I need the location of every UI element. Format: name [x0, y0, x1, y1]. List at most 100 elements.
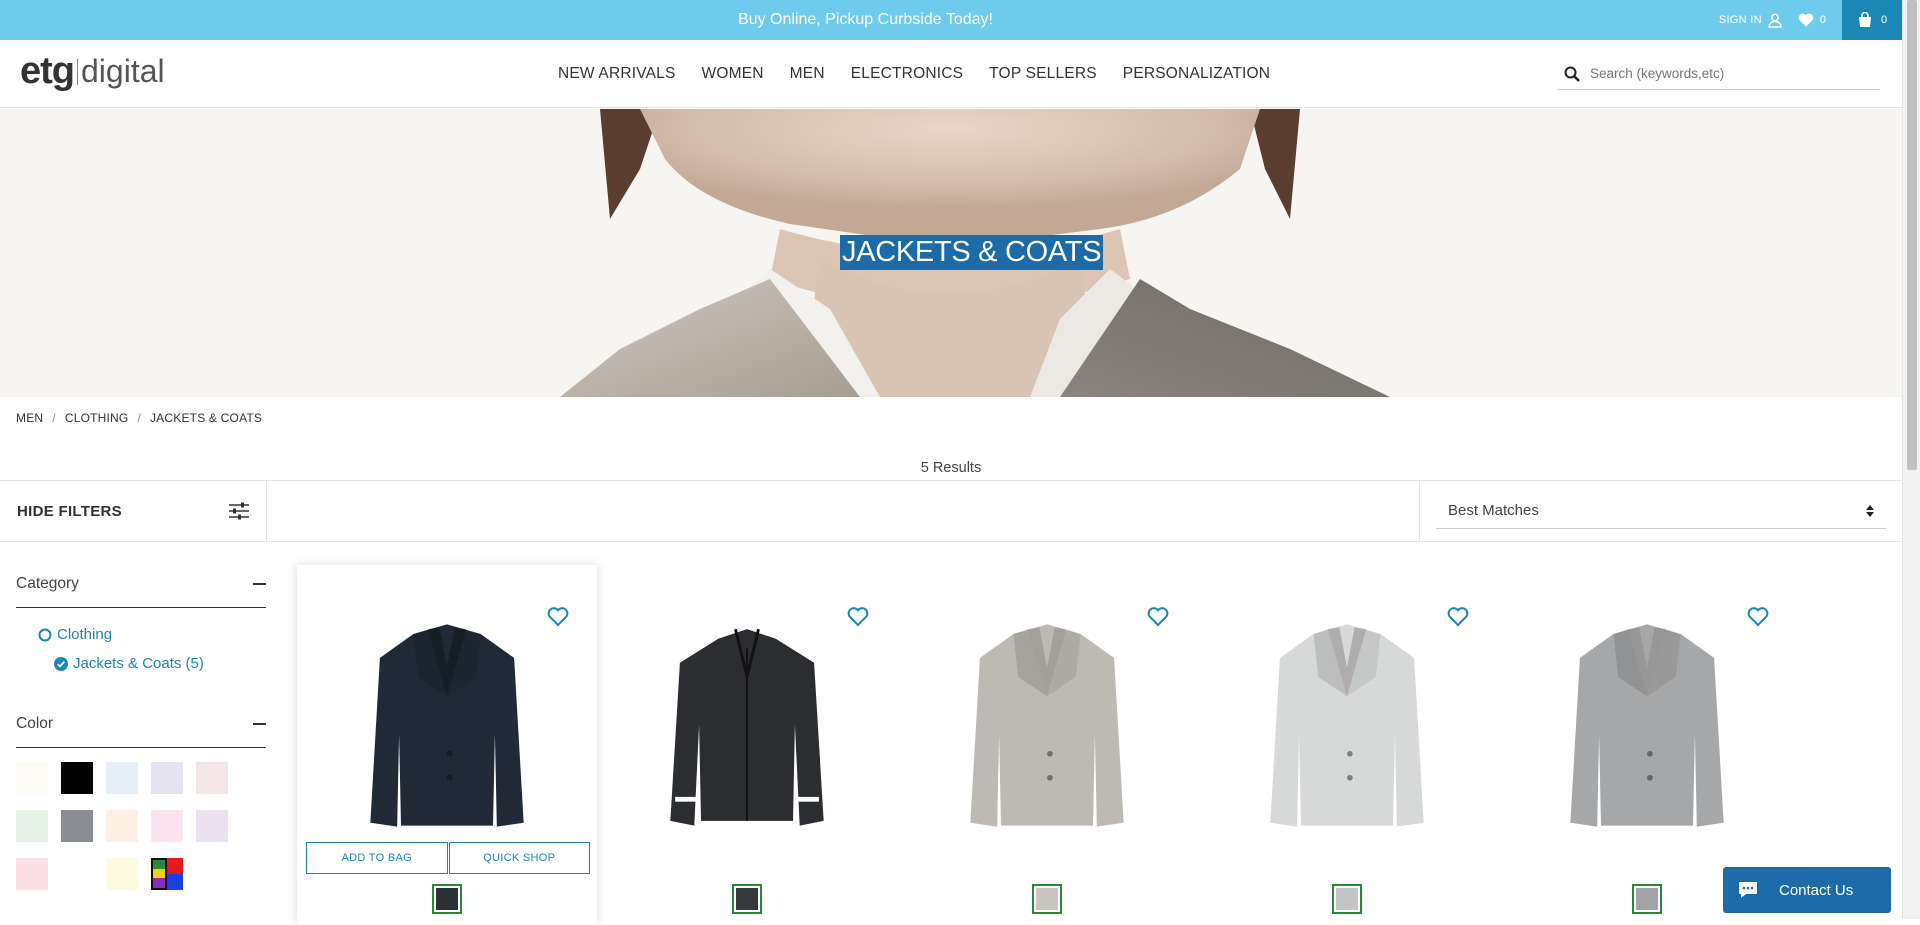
- product-card[interactable]: [1197, 565, 1497, 925]
- product-color-chip[interactable]: [432, 884, 462, 914]
- contact-us-label: Contact Us: [1779, 881, 1854, 899]
- breadcrumb-clothing[interactable]: CLOTHING: [65, 411, 129, 425]
- category-clothing-label: Clothing: [57, 626, 113, 643]
- collapse-icon: [253, 722, 266, 725]
- contact-us-button[interactable]: Contact Us: [1723, 867, 1891, 913]
- color-filter-header[interactable]: Color: [16, 700, 266, 748]
- logo-suffix: digital: [81, 53, 165, 89]
- results-count: 5 Results: [920, 460, 982, 476]
- category-jackets-label: Jackets & Coats (5): [73, 655, 204, 672]
- color-swatch[interactable]: [106, 810, 138, 842]
- heart-icon: [1798, 13, 1814, 27]
- nav-top-sellers[interactable]: TOP SELLERS: [989, 65, 1097, 83]
- product-actions: ADD TO BAG QUICK SHOP: [306, 842, 590, 874]
- category-hero: JACKETS & COATS: [0, 109, 1902, 397]
- bag-count: 0: [1880, 14, 1888, 26]
- product-image[interactable]: [1547, 610, 1747, 840]
- bag-icon: [1858, 12, 1871, 27]
- category-filter-header[interactable]: Category: [16, 560, 266, 608]
- wishlist-heart-icon[interactable]: [847, 607, 869, 627]
- site-logo[interactable]: etg digital: [20, 50, 165, 93]
- search-box: [1558, 58, 1880, 90]
- color-swatch[interactable]: [61, 762, 93, 794]
- wishlist-heart-icon[interactable]: [1147, 607, 1169, 627]
- logo-brand: etg: [20, 50, 75, 92]
- color-swatch[interactable]: [106, 762, 138, 794]
- product-card[interactable]: ADD TO BAG QUICK SHOP: [297, 565, 597, 925]
- user-icon: [1768, 13, 1782, 28]
- nav-personalization[interactable]: PERSONALIZATION: [1123, 65, 1270, 83]
- check-circle-icon: [54, 656, 68, 671]
- product-image[interactable]: [347, 610, 547, 840]
- product-image[interactable]: [947, 610, 1147, 840]
- wishlist-link[interactable]: 0: [1798, 13, 1826, 27]
- product-card[interactable]: [597, 565, 897, 925]
- hero-title: JACKETS & COATS: [840, 235, 1104, 270]
- color-swatch[interactable]: [151, 858, 183, 890]
- sort-area: Best Matches: [1419, 481, 1902, 541]
- promo-bar: Buy Online, Pickup Curbside Today! SIGN …: [0, 0, 1902, 40]
- product-color-chip[interactable]: [732, 884, 762, 914]
- product-color-chip[interactable]: [1632, 884, 1662, 914]
- color-swatches: [16, 762, 266, 890]
- search-icon[interactable]: [1564, 66, 1580, 82]
- color-swatch[interactable]: [151, 810, 183, 842]
- filters-panel: Category Clothing Jackets & Coats (5) Co…: [16, 560, 266, 890]
- color-swatch[interactable]: [151, 762, 183, 794]
- color-swatch[interactable]: [196, 810, 228, 842]
- color-swatch[interactable]: [16, 762, 48, 794]
- quick-shop-button[interactable]: QUICK SHOP: [448, 842, 590, 874]
- color-swatch[interactable]: [16, 858, 48, 890]
- color-swatch[interactable]: [16, 810, 48, 842]
- chat-icon: [1739, 882, 1757, 898]
- filter-sliders-icon: [229, 502, 249, 520]
- main-nav: NEW ARRIVALS WOMEN MEN ELECTRONICS TOP S…: [558, 40, 1270, 108]
- breadcrumb-separator: /: [52, 411, 56, 425]
- breadcrumb-men[interactable]: MEN: [16, 411, 43, 425]
- sign-in-label: SIGN IN: [1718, 14, 1762, 26]
- sort-select[interactable]: Best Matches: [1436, 493, 1886, 529]
- wishlist-count: 0: [1819, 14, 1826, 26]
- site-header: etg digital NEW ARRIVALS WOMEN MEN ELECT…: [0, 40, 1902, 108]
- breadcrumb-separator: /: [137, 411, 141, 425]
- wishlist-heart-icon[interactable]: [1747, 607, 1769, 627]
- promo-text: Buy Online, Pickup Curbside Today!: [738, 11, 993, 28]
- nav-women[interactable]: WOMEN: [702, 65, 764, 83]
- category-jackets-coats[interactable]: Jackets & Coats (5): [54, 655, 266, 672]
- listing-toolbar: HIDE FILTERS Best Matches: [0, 480, 1902, 542]
- page-scrollbar[interactable]: [1902, 0, 1920, 919]
- logo-divider: [77, 58, 78, 85]
- hide-filters-button[interactable]: HIDE FILTERS: [0, 481, 267, 541]
- category-filter-title: Category: [16, 574, 79, 592]
- breadcrumb: MEN / CLOTHING / JACKETS & COATS: [16, 411, 262, 425]
- sign-in-link[interactable]: SIGN IN: [1719, 13, 1782, 28]
- multicolor-swatch-icon: [151, 858, 183, 890]
- sort-arrows-icon: [1866, 504, 1874, 517]
- nav-electronics[interactable]: ELECTRONICS: [851, 65, 963, 83]
- product-color-chip[interactable]: [1332, 884, 1362, 914]
- shopping-bag-button[interactable]: 0: [1842, 0, 1902, 40]
- color-filter-title: Color: [16, 714, 54, 732]
- collapse-icon: [253, 582, 266, 585]
- add-to-bag-button[interactable]: ADD TO BAG: [306, 842, 448, 874]
- scrollbar-thumb[interactable]: [1907, 0, 1917, 470]
- radio-empty-icon: [38, 628, 52, 641]
- color-swatch[interactable]: [196, 762, 228, 794]
- search-input[interactable]: [1590, 66, 1860, 81]
- product-card[interactable]: [897, 565, 1197, 925]
- product-image[interactable]: [1247, 610, 1447, 840]
- hide-filters-label: HIDE FILTERS: [17, 502, 122, 520]
- color-swatch[interactable]: [61, 810, 93, 842]
- nav-men[interactable]: MEN: [790, 65, 825, 83]
- product-color-chip[interactable]: [1032, 884, 1062, 914]
- sort-value: Best Matches: [1448, 502, 1539, 519]
- product-image[interactable]: [647, 610, 847, 840]
- wishlist-heart-icon[interactable]: [547, 607, 569, 627]
- category-clothing[interactable]: Clothing: [38, 626, 266, 643]
- color-swatch[interactable]: [61, 858, 93, 890]
- color-swatch[interactable]: [106, 858, 138, 890]
- breadcrumb-current: JACKETS & COATS: [149, 411, 263, 425]
- account-bar: SIGN IN 0 0: [1719, 0, 1902, 40]
- nav-new-arrivals[interactable]: NEW ARRIVALS: [558, 65, 676, 83]
- wishlist-heart-icon[interactable]: [1447, 607, 1469, 627]
